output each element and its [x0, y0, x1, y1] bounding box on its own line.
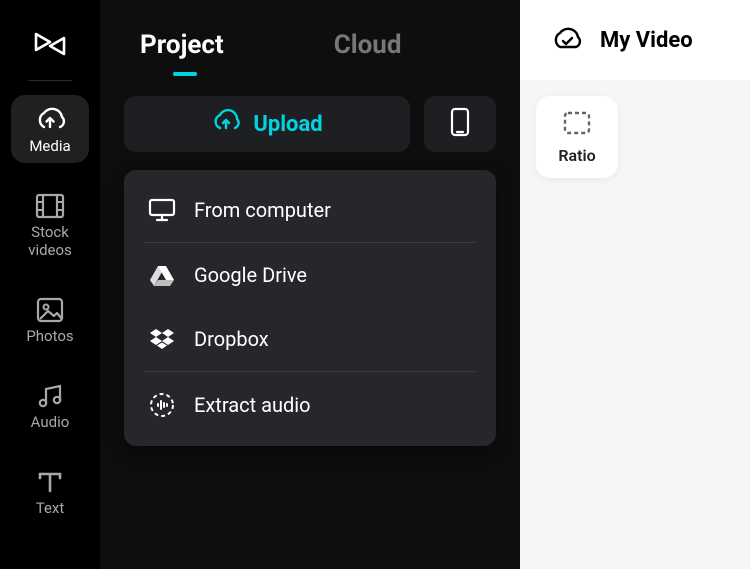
phone-icon	[450, 107, 470, 141]
dropdown-item-google-drive[interactable]: Google Drive	[124, 243, 496, 307]
cloud-upload-icon	[34, 105, 66, 133]
extract-audio-icon	[148, 392, 176, 418]
tab-underline	[173, 72, 197, 76]
sidebar-item-photos[interactable]: Photos	[11, 287, 89, 353]
right-header: My Video	[520, 0, 750, 80]
text-icon	[36, 469, 64, 495]
dropdown-item-label: Extract audio	[194, 393, 311, 417]
monitor-icon	[148, 198, 176, 222]
phone-upload-button[interactable]	[424, 96, 496, 152]
upload-button-label: Upload	[253, 112, 322, 137]
ratio-icon	[562, 110, 592, 140]
sidebar-item-label: Media	[29, 137, 70, 155]
tab-label: Project	[140, 30, 224, 60]
tab-project[interactable]: Project	[140, 30, 224, 60]
film-icon	[35, 193, 65, 219]
sidebar-item-audio[interactable]: Audio	[11, 373, 89, 439]
ratio-label: Ratio	[558, 146, 595, 165]
sidebar-item-label: Text	[36, 499, 65, 517]
sidebar-item-stock-videos[interactable]: Stock videos	[11, 183, 89, 267]
music-icon	[36, 383, 64, 409]
upload-button[interactable]: Upload	[124, 96, 410, 152]
dropdown-item-label: Dropbox	[194, 327, 269, 351]
dropdown-item-from-computer[interactable]: From computer	[124, 178, 496, 242]
cloud-check-icon	[550, 25, 582, 55]
tab-cloud[interactable]: Cloud	[334, 30, 402, 60]
dropdown-item-dropbox[interactable]: Dropbox	[124, 307, 496, 371]
tab-label: Cloud	[334, 30, 402, 60]
ratio-button[interactable]: Ratio	[536, 96, 618, 178]
sidebar-item-media[interactable]: Media	[11, 95, 89, 163]
sidebar-item-label: Stock videos	[11, 223, 89, 259]
google-drive-icon	[148, 264, 176, 286]
app-logo[interactable]	[28, 22, 72, 66]
sidebar-item-label: Photos	[26, 327, 73, 345]
image-icon	[36, 297, 64, 323]
dropdown-item-extract-audio[interactable]: Extract audio	[124, 372, 496, 438]
upload-dropdown: From computer Google Drive	[124, 170, 496, 446]
cloud-upload-icon	[211, 108, 241, 140]
sidebar-item-label: Audio	[31, 413, 70, 431]
page-title: My Video	[600, 28, 693, 53]
sidebar-divider	[28, 80, 72, 81]
dropdown-item-label: Google Drive	[194, 263, 307, 287]
dropbox-icon	[148, 328, 176, 350]
sidebar-item-text[interactable]: Text	[11, 459, 89, 525]
dropdown-item-label: From computer	[194, 198, 331, 222]
